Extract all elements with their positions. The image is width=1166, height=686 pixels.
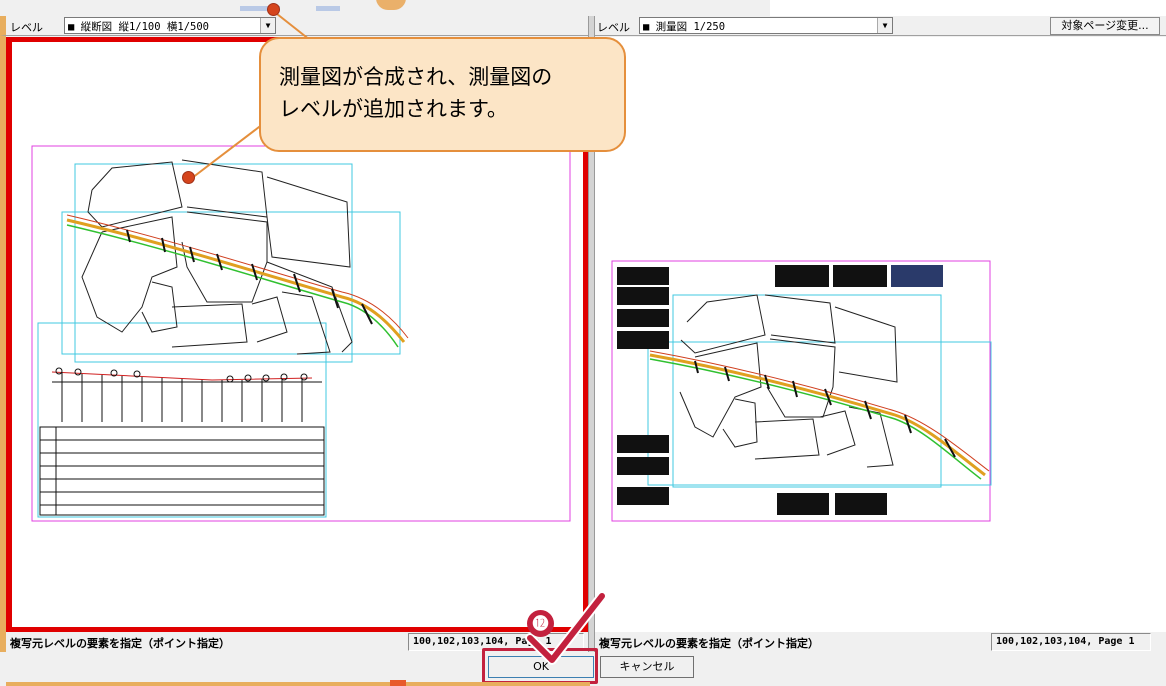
top-strip bbox=[0, 0, 1166, 16]
bottom-accent-red bbox=[390, 680, 406, 686]
right-status-message: 複写元レベルの要素を指定（ポイント指定） bbox=[599, 637, 819, 650]
pin-dot-icon bbox=[267, 3, 280, 16]
right-status-bar: 複写元レベルの要素を指定（ポイント指定） 100,102,103,104, Pa… bbox=[595, 633, 1166, 651]
right-drawing-canvas bbox=[611, 260, 992, 522]
pin-dot-icon bbox=[182, 171, 195, 184]
bottom-accent bbox=[6, 682, 590, 686]
left-status-message: 複写元レベルの要素を指定（ポイント指定） bbox=[10, 637, 230, 650]
top-white-bar bbox=[770, 0, 1166, 16]
table-blocks bbox=[617, 265, 943, 515]
left-level-label: レベル bbox=[10, 21, 43, 34]
dialog-root: レベル ■ 縦断図 縦1/100 横1/500 ▼ レベル ■ 測量図 1/25… bbox=[0, 0, 1166, 686]
right-level-select[interactable]: ■ 測量図 1/250 ▼ bbox=[639, 17, 893, 34]
callout-line-1: 測量図が合成され、測量図の bbox=[279, 65, 553, 89]
callout-box: 測量図が合成され、測量図の レベルが追加されます。 bbox=[259, 37, 626, 152]
road-stations bbox=[126, 229, 373, 325]
step-number-badge: ⓬ bbox=[527, 610, 554, 637]
right-level-bar: レベル ■ 測量図 1/250 ▼ 対象ページ変更... bbox=[591, 16, 1166, 36]
right-level-value: ■ 測量図 1/250 bbox=[643, 21, 726, 33]
cancel-button[interactable]: キャンセル bbox=[600, 656, 694, 678]
sheet-frame bbox=[31, 145, 571, 522]
profile-drawing bbox=[39, 367, 325, 516]
cut-off-arrow bbox=[376, 0, 406, 10]
chevron-down-icon[interactable]: ▼ bbox=[877, 18, 892, 33]
right-drawing-viewport[interactable] bbox=[595, 37, 1166, 632]
target-page-change-button[interactable]: 対象ページ変更... bbox=[1050, 17, 1160, 35]
survey-frame bbox=[61, 211, 401, 355]
survey-frame bbox=[74, 163, 353, 363]
road-alignment bbox=[649, 350, 990, 480]
road-alignment bbox=[66, 214, 409, 348]
right-status-coords: 100,102,103,104, Page 1 bbox=[991, 633, 1151, 651]
callout-line-2: レベルが追加されます。 bbox=[279, 97, 508, 121]
right-level-label: レベル bbox=[597, 21, 630, 34]
